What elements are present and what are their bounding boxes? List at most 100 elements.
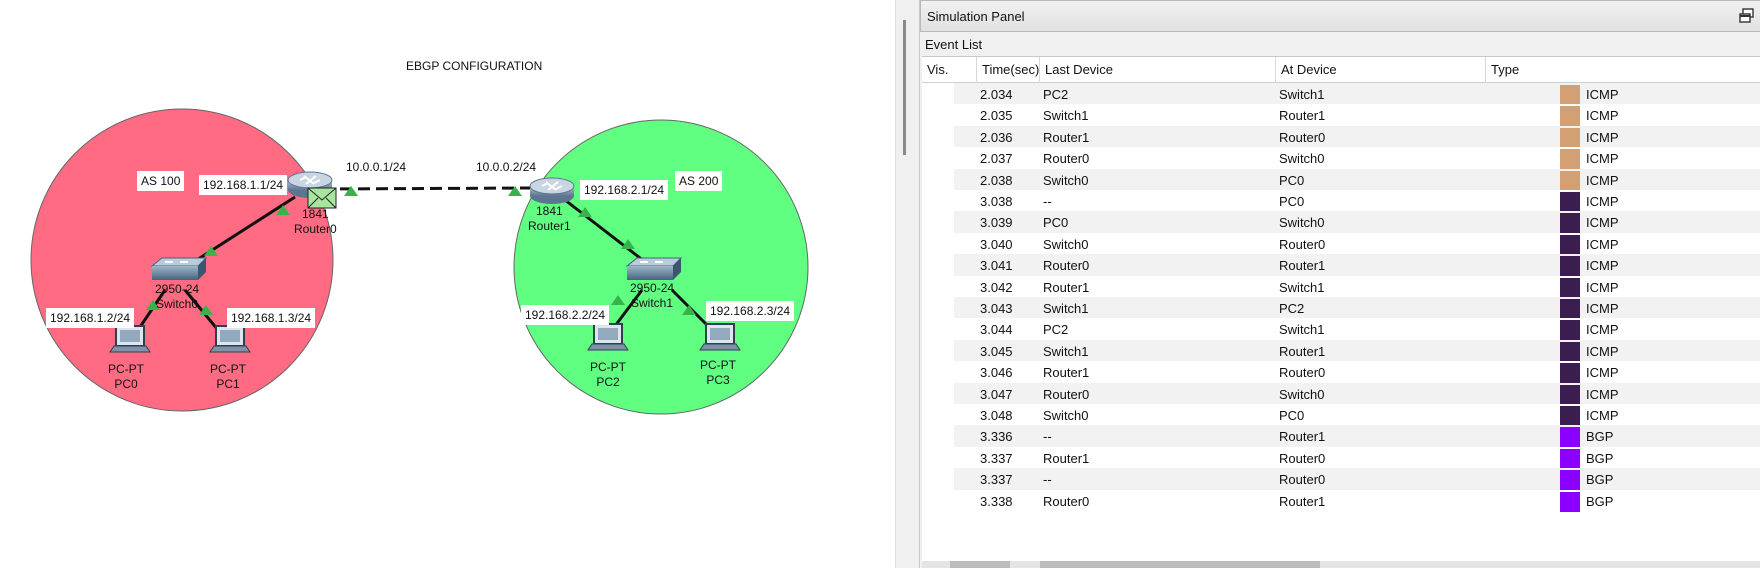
pdu-color-swatch[interactable] — [1560, 170, 1580, 191]
table-row[interactable]: 3.338 Router0 Router1 BGP — [922, 489, 1760, 514]
pc0-icon[interactable] — [109, 325, 151, 353]
router0-name: Router0 — [294, 222, 337, 236]
type-cell: BGP — [1586, 472, 1614, 488]
at-device-cell: Router0 — [1279, 472, 1326, 488]
pdu-color-swatch[interactable] — [1560, 85, 1580, 105]
pdu-color-swatch[interactable] — [1560, 470, 1580, 491]
table-row[interactable]: 3.046 Router1 Router0 ICMP — [922, 361, 1760, 386]
last-device-cell: PC2 — [1043, 87, 1069, 102]
time-cell: 3.337 — [980, 450, 1013, 466]
switch1-model: 2950-24 — [630, 281, 675, 295]
type-cell: ICMP — [1586, 129, 1619, 145]
link-router0-router1[interactable] — [321, 186, 533, 191]
type-cell: BGP — [1586, 429, 1614, 445]
horizontal-scrollbar[interactable] — [922, 561, 1760, 568]
pdu-color-swatch[interactable] — [1560, 213, 1580, 234]
table-row[interactable]: 3.040 Switch0 Router0 ICMP — [922, 232, 1760, 257]
col-time[interactable]: Time(sec) — [977, 57, 1040, 83]
vis-cell[interactable] — [922, 425, 954, 450]
type-cell: BGP — [1586, 493, 1614, 509]
table-row[interactable]: 2.034 PC2 Switch1 ICMP — [922, 83, 1760, 107]
topology-workspace[interactable]: EBGP CONFIGURATION AS 100 AS 200 192.168… — [0, 0, 895, 568]
pdu-color-swatch[interactable] — [1560, 427, 1580, 448]
vis-cell[interactable] — [922, 339, 954, 364]
table-row[interactable]: 3.048 Switch0 PC0 ICMP — [922, 404, 1760, 428]
vis-cell[interactable] — [922, 361, 954, 386]
undock-icon[interactable] — [1738, 7, 1756, 25]
panel-splitter[interactable] — [895, 0, 919, 568]
vis-cell[interactable] — [922, 211, 954, 236]
table-row[interactable]: 2.035 Switch1 Router1 ICMP — [922, 104, 1760, 129]
pdu-color-swatch[interactable] — [1560, 149, 1580, 170]
splitter-grip[interactable] — [903, 20, 906, 155]
table-row[interactable]: 3.337 -- Router0 BGP — [922, 468, 1760, 493]
pdu-color-swatch[interactable] — [1560, 256, 1580, 277]
vis-cell[interactable] — [922, 275, 954, 300]
switch1-icon[interactable] — [625, 257, 683, 280]
vis-cell[interactable] — [922, 168, 954, 193]
pdu-color-swatch[interactable] — [1560, 234, 1580, 255]
table-row[interactable]: 3.042 Router1 Switch1 ICMP — [922, 275, 1760, 300]
vis-cell[interactable] — [922, 190, 954, 214]
pdu-color-swatch[interactable] — [1560, 341, 1580, 362]
event-list-table[interactable]: Vis. Time(sec) Last Device At Device Typ… — [922, 56, 1760, 568]
pdu-envelope-icon[interactable] — [307, 187, 337, 209]
last-device-cell: -- — [1043, 194, 1052, 209]
table-row[interactable]: 2.038 Switch0 PC0 ICMP — [922, 168, 1760, 193]
table-row[interactable]: 3.043 Switch1 PC2 ICMP — [922, 297, 1760, 321]
col-type[interactable]: Type — [1486, 57, 1760, 83]
router1-caption: 1841 Router1 — [528, 204, 571, 234]
pdu-color-swatch[interactable] — [1560, 448, 1580, 469]
table-row[interactable]: 3.038 -- PC0 ICMP — [922, 190, 1760, 214]
vis-cell[interactable] — [922, 104, 954, 129]
pc1-model: PC-PT — [210, 362, 246, 376]
pc1-icon[interactable] — [209, 325, 251, 353]
pc0-model: PC-PT — [108, 362, 144, 376]
vis-cell[interactable] — [922, 382, 954, 407]
pdu-color-swatch[interactable] — [1560, 384, 1580, 405]
pdu-color-swatch[interactable] — [1560, 127, 1580, 148]
table-row[interactable]: 3.047 Router0 Switch0 ICMP — [922, 382, 1760, 407]
pdu-color-swatch[interactable] — [1560, 106, 1580, 127]
pc2-icon[interactable] — [587, 323, 629, 351]
vis-cell[interactable] — [922, 489, 954, 514]
vis-cell[interactable] — [922, 232, 954, 257]
table-row[interactable]: 3.041 Router0 Router1 ICMP — [922, 254, 1760, 279]
pdu-color-swatch[interactable] — [1560, 363, 1580, 384]
pdu-color-swatch[interactable] — [1560, 192, 1580, 212]
vis-cell[interactable] — [922, 125, 954, 150]
switch0-icon[interactable] — [150, 257, 208, 280]
vis-cell[interactable] — [922, 446, 954, 471]
vis-cell[interactable] — [922, 468, 954, 493]
type-cell: ICMP — [1586, 301, 1619, 316]
vis-cell[interactable] — [922, 254, 954, 279]
table-row[interactable]: 3.337 Router1 Router0 BGP — [922, 446, 1760, 471]
col-vis[interactable]: Vis. — [922, 57, 977, 83]
pdu-color-swatch[interactable] — [1560, 277, 1580, 298]
switch1-caption: 2950-24 Switch1 — [630, 281, 674, 311]
last-device-cell: Switch1 — [1043, 301, 1089, 316]
pc0-ip: 192.168.1.2/24 — [46, 308, 135, 328]
at-device-cell: Switch0 — [1279, 386, 1325, 402]
table-row[interactable]: 3.039 PC0 Switch0 ICMP — [922, 211, 1760, 236]
router0-wan-ip: 10.0.0.1/24 — [346, 160, 407, 174]
vis-cell[interactable] — [922, 404, 954, 428]
table-row[interactable]: 3.044 PC2 Switch1 ICMP — [922, 318, 1760, 343]
vis-cell[interactable] — [922, 318, 954, 343]
vis-cell[interactable] — [922, 297, 954, 321]
router1-icon[interactable] — [529, 177, 575, 204]
vis-cell[interactable] — [922, 147, 954, 172]
col-last-device[interactable]: Last Device — [1040, 57, 1276, 83]
table-row[interactable]: 2.036 Router1 Router0 ICMP — [922, 125, 1760, 150]
pdu-color-swatch[interactable] — [1560, 491, 1580, 512]
col-at-device[interactable]: At Device — [1276, 57, 1486, 83]
pdu-color-swatch[interactable] — [1560, 320, 1580, 341]
pc3-icon[interactable] — [699, 323, 741, 351]
table-row[interactable]: 3.045 Switch1 Router1 ICMP — [922, 339, 1760, 364]
table-row[interactable]: 3.336 -- Router1 BGP — [922, 425, 1760, 450]
pdu-color-swatch[interactable] — [1560, 406, 1580, 426]
pdu-color-swatch[interactable] — [1560, 299, 1580, 319]
vis-cell[interactable] — [922, 83, 954, 107]
table-row[interactable]: 2.037 Router0 Switch0 ICMP — [922, 147, 1760, 172]
time-cell: 2.038 — [980, 172, 1013, 188]
